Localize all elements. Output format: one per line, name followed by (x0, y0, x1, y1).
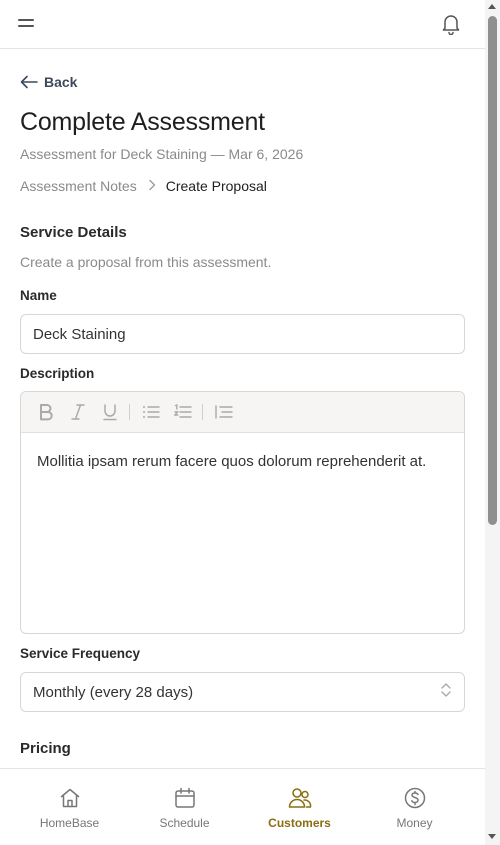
calendar-icon (174, 787, 195, 808)
nav-item-homebase[interactable]: HomeBase (12, 769, 127, 845)
scroll-down-arrow-icon[interactable] (488, 834, 496, 839)
service-frequency-select[interactable]: Monthly (every 28 days) (20, 672, 465, 712)
indent-icon[interactable] (211, 399, 237, 425)
italic-icon[interactable] (65, 399, 91, 425)
top-bar (0, 0, 485, 49)
nav-item-money[interactable]: Money (357, 769, 472, 845)
service-details-title: Service Details (20, 224, 127, 241)
select-chevrons-icon (440, 681, 452, 703)
nav-label: Customers (268, 816, 331, 830)
users-icon (288, 788, 311, 808)
scroll-up-arrow-icon[interactable] (488, 4, 496, 9)
nav-label: Money (396, 816, 433, 830)
chevron-right-icon (148, 178, 156, 194)
editor-toolbar (21, 392, 464, 433)
bullet-list-icon[interactable] (138, 399, 164, 425)
name-label: Name (20, 288, 57, 303)
nav-item-schedule[interactable]: Schedule (127, 769, 242, 845)
name-input[interactable] (20, 314, 465, 354)
service-frequency-label: Service Frequency (20, 646, 141, 661)
page-subtitle: Assessment for Deck Staining — Mar 6, 20… (20, 146, 304, 162)
description-editor[interactable]: Mollitia ipsam rerum facere quos dolorum… (20, 391, 465, 634)
hamburger-icon[interactable] (18, 17, 34, 29)
breadcrumb-assessment-notes[interactable]: Assessment Notes (20, 178, 137, 194)
toolbar-divider (202, 404, 203, 420)
description-label: Description (20, 366, 95, 381)
service-frequency-value: Monthly (every 28 days) (33, 683, 194, 701)
nav-item-customers[interactable]: Customers (242, 769, 357, 845)
service-details-description: Create a proposal from this assessment. (20, 254, 272, 270)
bold-icon[interactable] (33, 399, 59, 425)
scrollbar[interactable] (485, 0, 500, 845)
page-title: Complete Assessment (20, 108, 265, 136)
pricing-title: Pricing (20, 740, 71, 757)
description-text[interactable]: Mollitia ipsam rerum facere quos dolorum… (21, 433, 464, 474)
bell-icon[interactable] (441, 13, 461, 36)
breadcrumb: Assessment Notes Create Proposal (20, 178, 267, 194)
arrow-left-icon (20, 75, 38, 89)
bottom-nav: HomeBase Schedule Customers Money (0, 768, 485, 845)
numbered-list-icon[interactable] (170, 399, 196, 425)
home-icon (60, 788, 79, 808)
underline-icon[interactable] (97, 399, 123, 425)
back-label: Back (44, 74, 78, 90)
breadcrumb-create-proposal: Create Proposal (165, 178, 267, 194)
scrollbar-thumb[interactable] (488, 16, 497, 525)
back-link[interactable]: Back (20, 72, 77, 92)
toolbar-divider (129, 404, 130, 420)
nav-label: HomeBase (39, 816, 100, 830)
dollar-icon (404, 787, 425, 809)
nav-label: Schedule (159, 816, 210, 830)
